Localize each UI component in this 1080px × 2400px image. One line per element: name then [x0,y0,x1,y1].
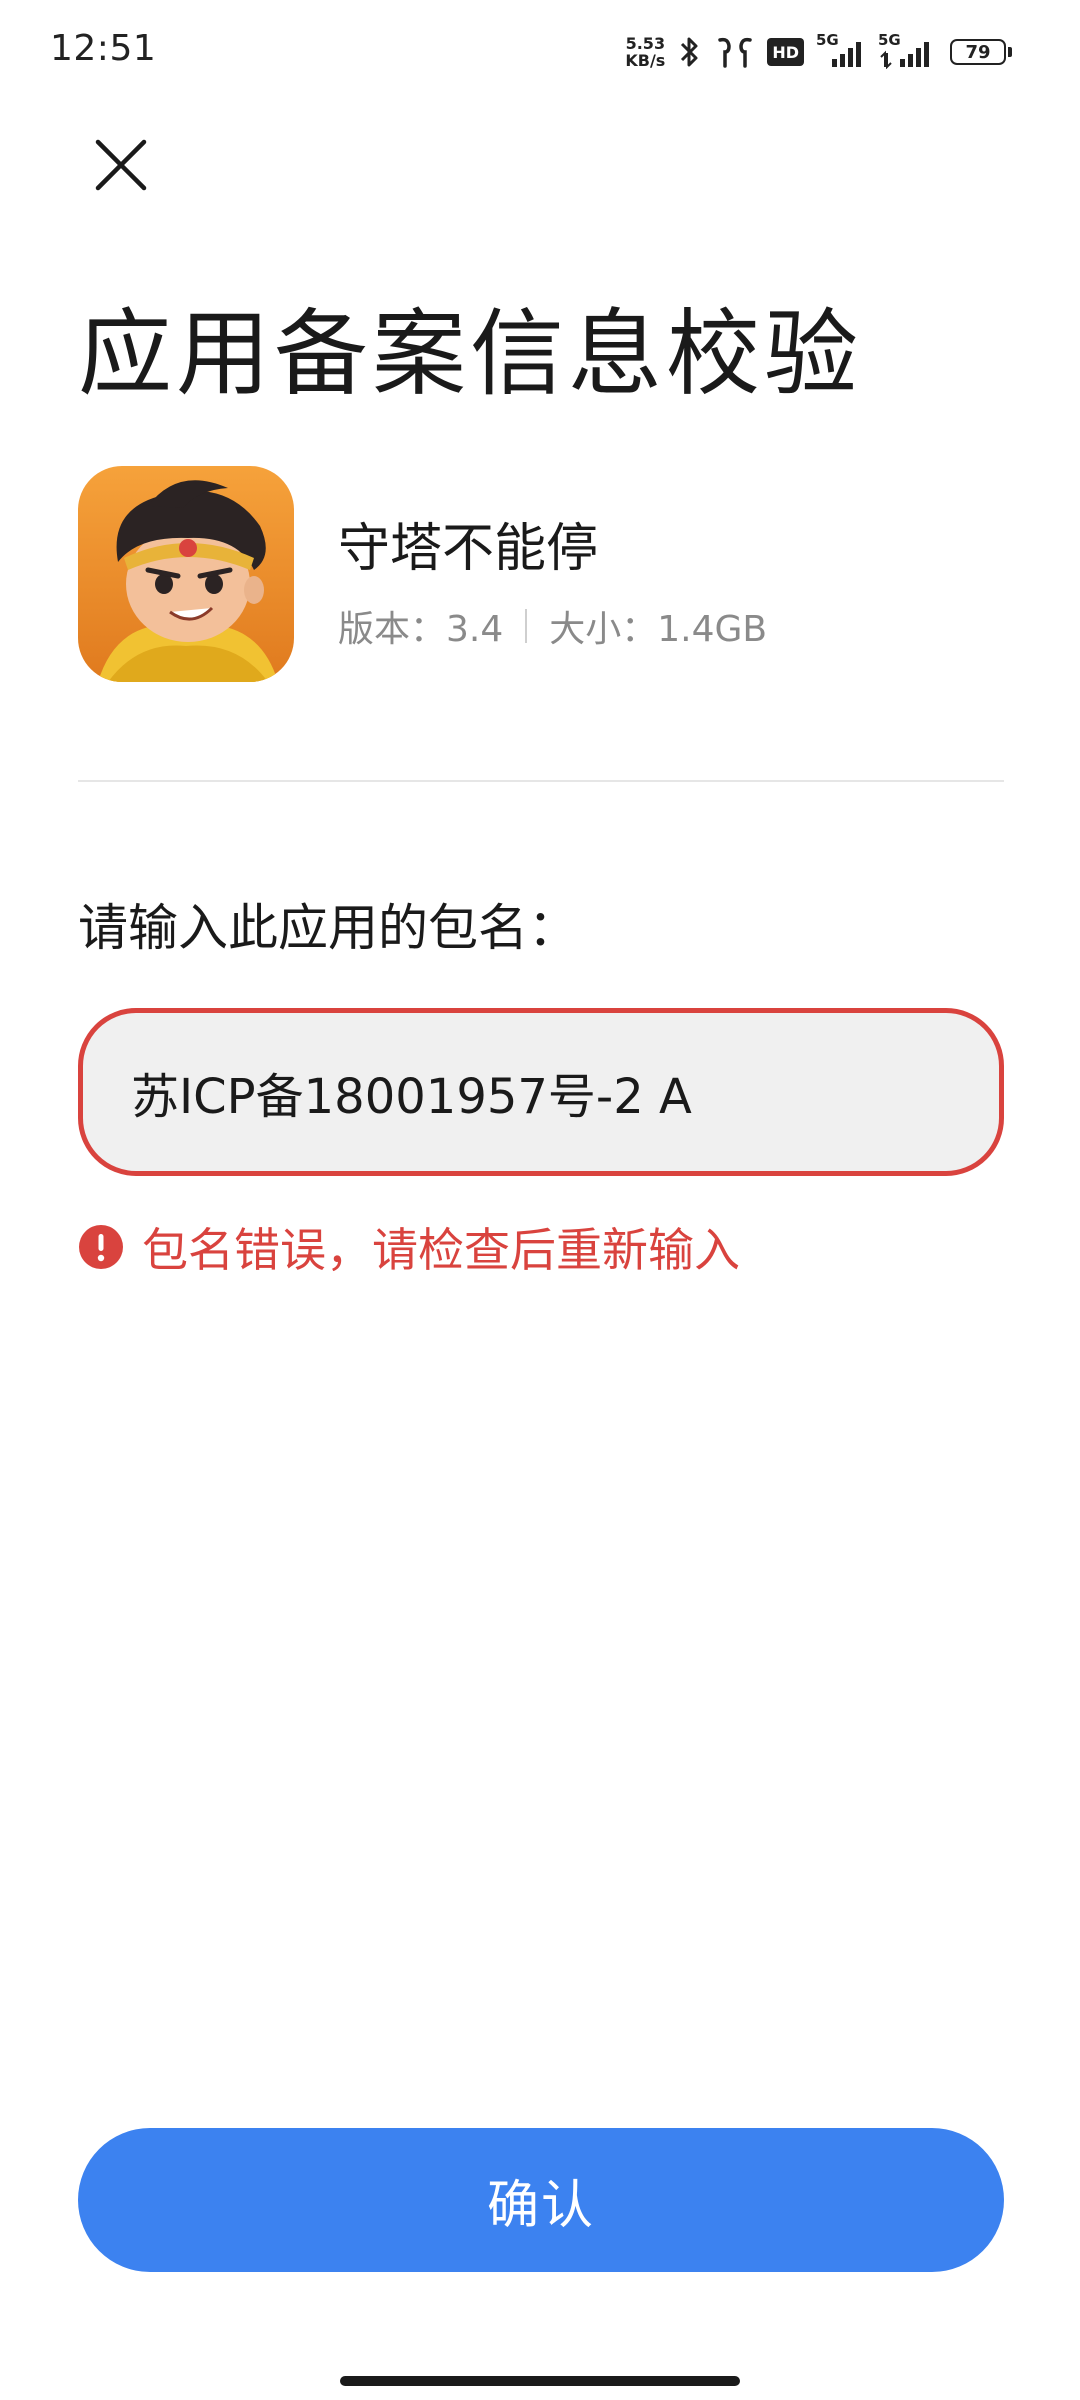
battery-icon: 79 [950,39,1012,65]
close-button[interactable] [88,132,154,198]
app-name: 守塔不能停 [338,519,599,579]
game-character-icon [78,466,294,682]
status-bar: 12:51 5.53 KB/s HD 5G 5G 79 [0,0,1080,100]
meta-separator [525,609,528,643]
error-message: 包名错误，请检查后重新输入 [142,1223,740,1277]
status-time: 12:51 [50,28,157,69]
app-size: 大小：1.4GB [549,609,768,650]
confirm-button[interactable]: 确认 [78,2128,1004,2272]
status-icons: 5.53 KB/s HD 5G 5G 79 [625,30,1012,74]
package-name-input-value: 苏ICP备18001957号-2 A [131,1069,692,1125]
battery-tip [1008,47,1012,57]
package-name-input[interactable]: 苏ICP备18001957号-2 A [78,1008,1004,1176]
battery-level: 79 [950,39,1006,65]
signal-strength-icon: 5G [816,31,866,69]
app-meta: 版本：3.4 大小：1.4GB [338,600,767,652]
network-speed: 5.53 KB/s [625,35,665,69]
network-speed-unit: KB/s [625,51,666,70]
close-icon [95,139,147,191]
hd-badge: HD [767,38,804,66]
earbuds-icon [715,34,755,70]
signal-strength-icon-2: 5G [878,31,938,69]
home-indicator[interactable] [340,2376,740,2386]
error-message-row: 包名错误，请检查后重新输入 [78,1214,740,1280]
screen: 12:51 5.53 KB/s HD 5G 5G 79 应用备案信息校验 守塔不… [0,0,1080,2400]
divider [78,780,1004,782]
bluetooth-icon [677,34,703,70]
network-speed-value: 5.53 [625,34,666,53]
page-title: 应用备案信息校验 [78,300,863,409]
package-name-prompt: 请输入此应用的包名： [78,899,578,957]
app-icon [78,466,294,682]
error-icon [79,1225,123,1269]
app-version: 版本：3.4 [338,609,504,650]
